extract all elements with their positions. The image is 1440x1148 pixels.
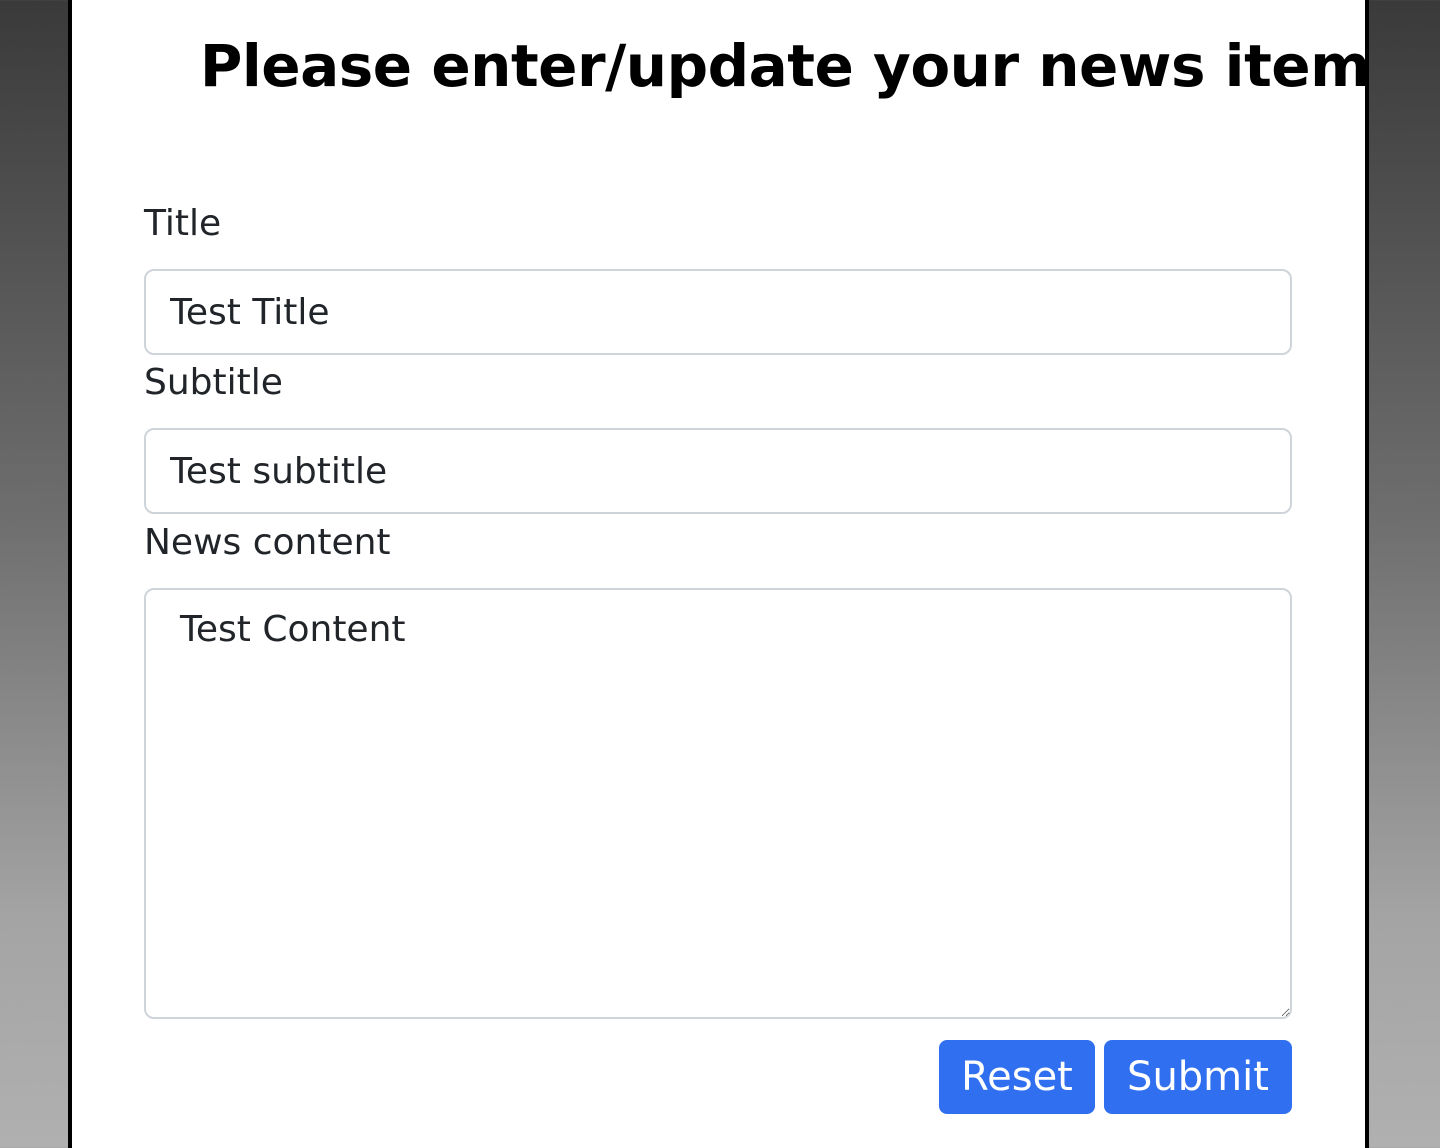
news-content-textarea[interactable]: Test Content (144, 588, 1292, 1019)
page-title: Please enter/update your news item (199, 32, 1371, 100)
subtitle-input[interactable] (144, 428, 1292, 514)
news-content-label: News content (144, 522, 391, 563)
reset-button[interactable]: Reset (939, 1040, 1095, 1114)
title-input[interactable] (144, 269, 1292, 355)
submit-button[interactable]: Submit (1104, 1040, 1292, 1114)
subtitle-label: Subtitle (144, 362, 283, 403)
title-label: Title (144, 203, 222, 244)
